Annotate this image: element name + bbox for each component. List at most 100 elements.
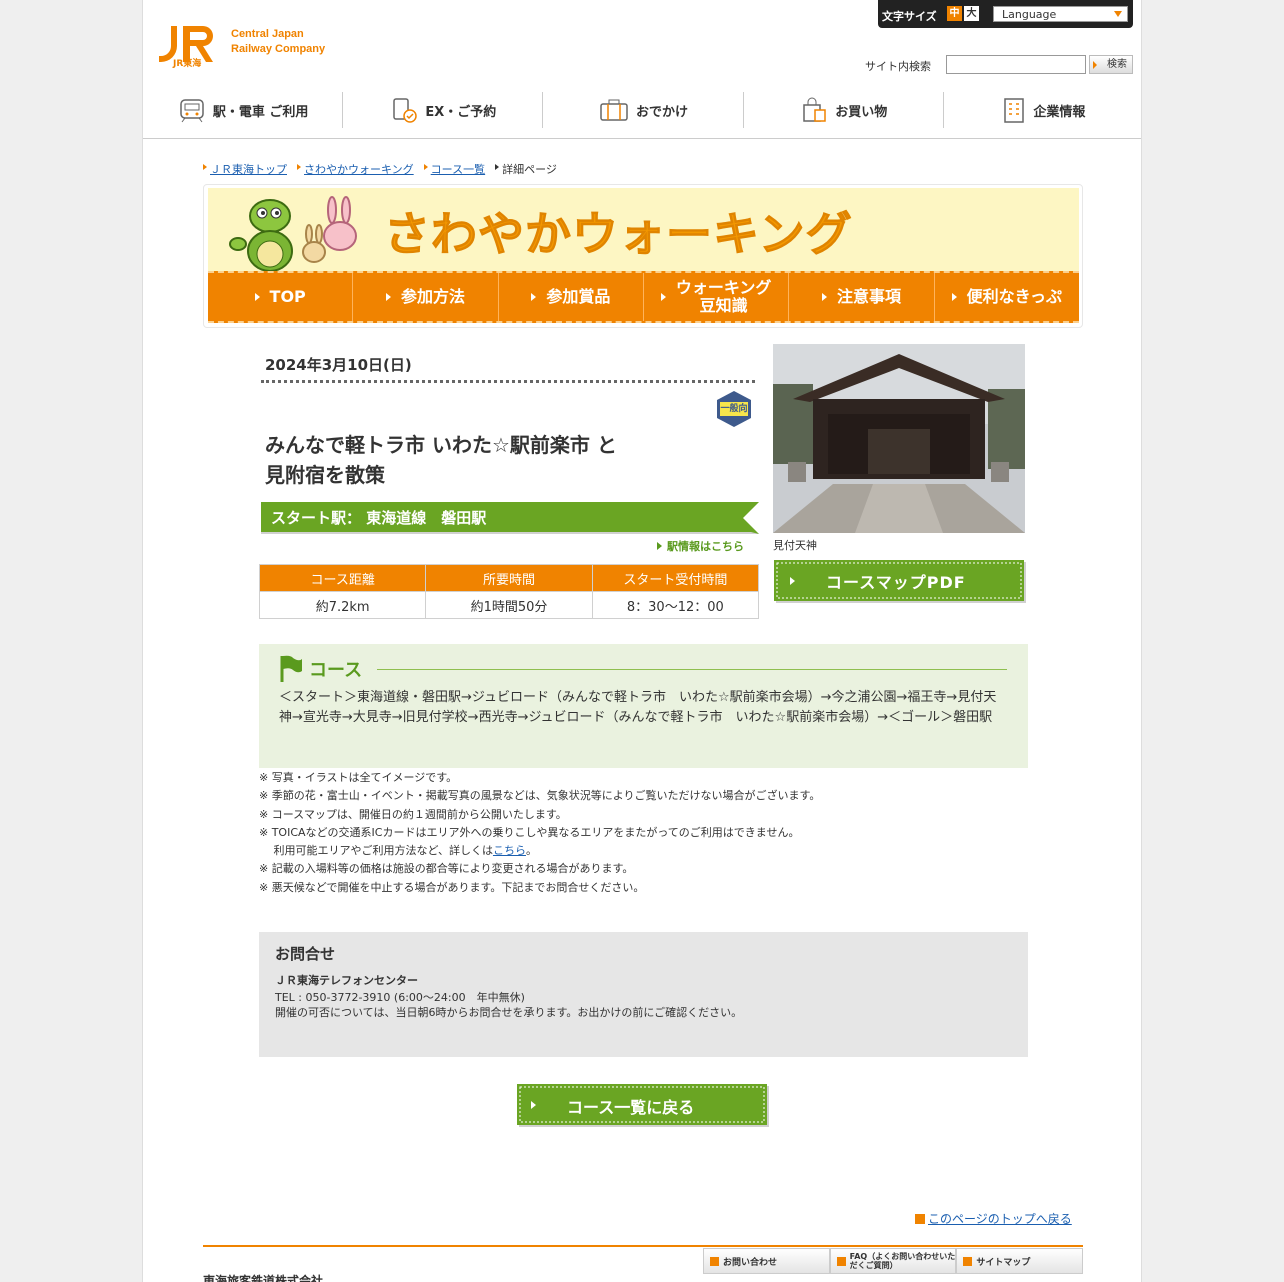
walking-nav-label: TOP (269, 287, 306, 306)
note-item: ※ コースマップは、開催日の約１週間前から公開いたします。 (259, 807, 567, 821)
breadcrumb-item[interactable]: さわやかウォーキング (297, 161, 414, 177)
course-section: コース ＜スタート＞東海道線・磐田駅→ジュビロード（みんなで軽トラ市 いわた☆駅… (259, 644, 1028, 768)
chevron-down-icon (1114, 11, 1122, 17)
walking-nav-top[interactable]: TOP (208, 273, 354, 321)
walking-nav-cautions[interactable]: 注意事項 (789, 273, 935, 321)
breadcrumb-link-jr-top[interactable]: ＪＲ東海トップ (210, 163, 287, 176)
note-item: 利用可能エリアやご利用方法など、詳しくはこちら。 (259, 842, 1029, 860)
search-input[interactable] (946, 55, 1086, 74)
page-top-link[interactable]: このページのトップへ戻る (915, 1210, 1072, 1227)
start-reception-time: 8：30〜12：00 (591, 591, 760, 619)
footer-nav-contact[interactable]: お問い合わせ (703, 1248, 830, 1274)
course-route: ＜スタート＞東海道線・磐田駅→ジュビロード（みんなで軽トラ市 いわた☆駅前楽市会… (279, 690, 997, 725)
nav-shopping[interactable]: お買い物 (744, 92, 944, 128)
event-date: 2024年3月10日(日) (265, 356, 412, 374)
breadcrumb: ＪＲ東海トップ さわやかウォーキング コース一覧 詳細ページ (203, 161, 557, 177)
walking-nav-label: ウォーキング 豆知識 (675, 278, 772, 315)
arrow-right-icon (660, 293, 666, 301)
walking-nav-prizes[interactable]: 参加賞品 (499, 273, 644, 321)
search-button[interactable]: 検索 (1089, 55, 1133, 74)
page: JR東海 Central Japan Railway Company 文字サイズ… (142, 0, 1142, 1282)
train-icon (180, 99, 204, 123)
banner-header[interactable]: さわやかウォーキング (208, 188, 1079, 272)
event-title-line2: 見附宿を散策 (265, 463, 385, 487)
walking-nav-how-to-join[interactable]: 参加方法 (353, 273, 499, 321)
footer-company: 東海旅客鉄道株式会社 (203, 1274, 324, 1282)
contact-center-name: ＪＲ東海テレフォンセンター (275, 974, 418, 987)
logo-sub: JR東海 (173, 59, 202, 69)
logo-line1: Central Japan (231, 28, 304, 40)
font-size-bar: 文字サイズ 中 大 Language (878, 0, 1133, 28)
course-heading-line (377, 669, 1007, 670)
suitcase-icon (600, 99, 628, 121)
station-info-link[interactable]: 駅情報はこちら (657, 538, 744, 554)
page-top-label[interactable]: このページのトップへ戻る (928, 1212, 1072, 1226)
walking-nav-tickets[interactable]: 便利なきっぷ (935, 273, 1079, 321)
walking-nav-label: 注意事項 (836, 287, 901, 306)
breadcrumb-item[interactable]: コース一覧 (423, 161, 485, 177)
breadcrumb-link-course-list[interactable]: コース一覧 (431, 163, 485, 176)
contact-tel: TEL : 050-3772-3910 (6:00〜24:00 年中無休) (275, 991, 525, 1004)
walking-nav-label: 参加方法 (400, 287, 465, 306)
building-icon (1004, 98, 1025, 123)
course-distance: 約7.2km (258, 591, 427, 619)
general-badge: 一般向 (715, 390, 753, 428)
walking-nav-tips[interactable]: ウォーキング 豆知識 (644, 273, 790, 321)
footer-nav-label: FAQ（よくお問い合わせいただくご質問） (849, 1252, 956, 1270)
course-duration: 約1時間50分 (425, 591, 593, 619)
global-nav: 駅・電車 ご利用 EX・ご予約 おでかけ お買い物 企業情報 (143, 92, 1141, 128)
start-station-bar: スタート駅： 東海道線 磐田駅 (261, 502, 759, 534)
nav-ex-reserve[interactable]: EX・ご予約 (343, 92, 544, 128)
note-text: 。 (525, 844, 537, 858)
footer-nav-sitemap[interactable]: サイトマップ (956, 1248, 1084, 1274)
contact-heading: お問合せ (275, 945, 336, 963)
jr-central-logo[interactable]: JR東海 Central Japan Railway Company (159, 22, 339, 69)
breadcrumb-item[interactable]: ＪＲ東海トップ (203, 161, 287, 177)
arrow-right-icon (710, 1256, 719, 1266)
logo-text: Central Japan Railway Company (231, 27, 325, 57)
start-station-label: スタート駅： 東海道線 磐田駅 (271, 509, 487, 527)
breadcrumb-link-walking[interactable]: さわやかウォーキング (304, 163, 414, 176)
footer-nav: お問い合わせ FAQ（よくお問い合わせいただくご質問） サイトマップ (703, 1248, 1084, 1274)
font-size-large-button[interactable]: 大 (964, 6, 979, 21)
contact-box: お問合せ ＪＲ東海テレフォンセンター TEL : 050-3772-3910 (… (259, 932, 1028, 1057)
arrow-right-icon (821, 293, 827, 301)
language-select[interactable]: Language (993, 6, 1128, 22)
walking-banner: さわやかウォーキング TOP 参加方法 参加賞品 ウォーキング 豆知識 注意事項… (203, 184, 1083, 328)
event-title-line1: みんなで軽トラ市 いわた☆駅前楽市 と (265, 433, 617, 457)
phone-reserve-icon (393, 98, 418, 123)
font-size-label: 文字サイズ (882, 10, 937, 23)
shrine-photo (773, 344, 1025, 533)
arrow-right-icon (385, 293, 391, 301)
language-label: Language (1002, 8, 1057, 21)
note-item: ※ 写真・イラストは全てイメージです。 (259, 771, 458, 784)
note-item: ※ TOICAなどの交通系ICカードはエリア外への乗りこしや異なるエリアをまたが… (259, 825, 800, 839)
font-size-medium-button[interactable]: 中 (947, 6, 962, 21)
back-button-label: コース一覧に戻る (567, 1098, 695, 1117)
nav-corporate[interactable]: 企業情報 (944, 92, 1141, 128)
ic-card-info-link[interactable]: こちら (493, 844, 526, 857)
walking-nav: TOP 参加方法 参加賞品 ウォーキング 豆知識 注意事項 便利なきっぷ (208, 271, 1079, 323)
footer-nav-label: サイトマップ (976, 1257, 1031, 1268)
nav-label: おでかけ (636, 104, 689, 120)
course-info-table: コース距離 所要時間 スタート受付時間 約7.2km 約1時間50分 8：30〜… (258, 564, 760, 619)
badge-label: 一般向 (720, 404, 748, 414)
shopping-bag-icon (803, 97, 826, 122)
arrow-right-icon (531, 293, 537, 301)
note-text: 利用可能エリアやご利用方法など、詳しくは (259, 844, 493, 858)
walking-nav-label: 便利なきっぷ (966, 287, 1062, 306)
course-map-pdf-button[interactable]: コースマップPDF (774, 560, 1026, 603)
breadcrumb-current: 詳細ページ (495, 161, 557, 177)
walking-nav-label: 参加賞品 (546, 287, 611, 306)
footer-divider (203, 1245, 1083, 1247)
arrow-up-icon (915, 1214, 925, 1224)
arrow-right-icon (836, 1256, 846, 1266)
back-to-course-list-button[interactable]: コース一覧に戻る (517, 1084, 769, 1127)
table-header: 所要時間 (425, 564, 593, 592)
arrow-right-icon (254, 293, 260, 301)
nav-odekake[interactable]: おでかけ (543, 92, 744, 128)
nav-station-train[interactable]: 駅・電車 ご利用 (143, 92, 344, 128)
contact-note: 開催の可否については、当日朝6時からお問合せを承ります。お出かけの前にご確認くだ… (275, 1006, 743, 1019)
footer-nav-faq[interactable]: FAQ（よくお問い合わせいただくご質問） (829, 1248, 957, 1274)
notes: ※ 写真・イラストは全てイメージです。 ※ 季節の花・富士山・イベント・掲載写真… (259, 769, 1029, 897)
